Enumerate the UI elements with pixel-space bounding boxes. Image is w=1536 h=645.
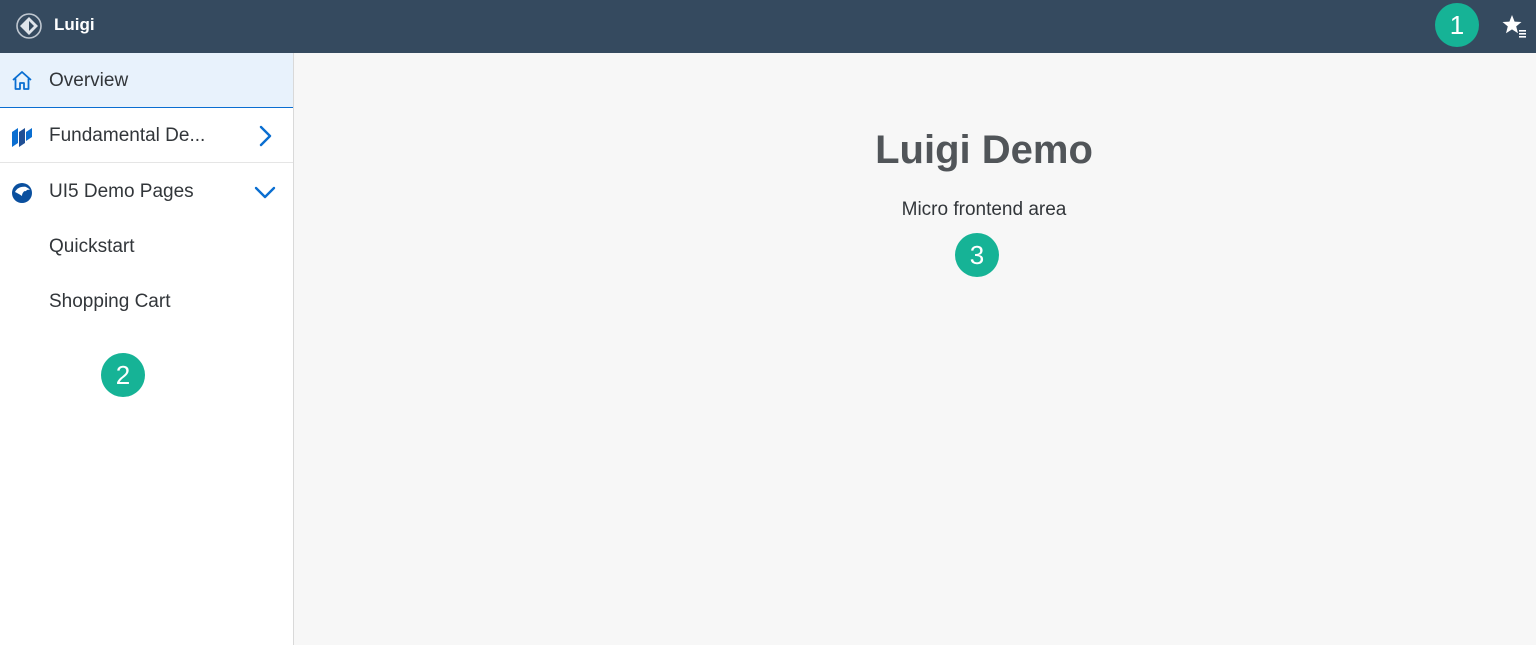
page-subtitle: Micro frontend area: [901, 199, 1067, 220]
chevron-right-icon[interactable]: [253, 124, 277, 148]
app-title[interactable]: Luigi: [54, 14, 95, 36]
ui5-icon: [12, 183, 32, 203]
side-navigation: Overview Fundamental De... UI5 Demo Page…: [0, 53, 294, 645]
favorites-star-icon[interactable]: [1501, 13, 1527, 39]
sidebar-item-shopping-cart[interactable]: Shopping Cart: [0, 274, 293, 329]
chevron-down-icon[interactable]: [253, 180, 277, 204]
sidebar-item-label: Overview: [49, 70, 129, 91]
sidebar-item-label: Quickstart: [49, 236, 135, 257]
sidebar-item-fundamental[interactable]: Fundamental De...: [0, 108, 293, 163]
shellbar: Luigi 1: [0, 0, 1536, 53]
annotation-badge-3: 3: [955, 233, 999, 277]
sidebar-item-ui5-demo-pages[interactable]: UI5 Demo Pages: [0, 164, 293, 219]
fundamental-icon: [12, 128, 32, 147]
sidebar-item-label: Fundamental De...: [49, 125, 206, 146]
sidebar-item-label: UI5 Demo Pages: [49, 181, 194, 202]
sidebar-item-label: Shopping Cart: [49, 291, 171, 312]
luigi-logo-icon[interactable]: [15, 12, 43, 40]
sidebar-item-quickstart[interactable]: Quickstart: [0, 219, 293, 274]
micro-frontend-area: Luigi Demo Micro frontend area: [294, 53, 1536, 645]
sidebar-item-overview[interactable]: Overview: [0, 53, 293, 108]
home-icon: [12, 71, 32, 90]
annotation-badge-2: 2: [101, 353, 145, 397]
annotation-badge-1: 1: [1435, 3, 1479, 47]
page-title: Luigi Demo: [875, 128, 1093, 172]
